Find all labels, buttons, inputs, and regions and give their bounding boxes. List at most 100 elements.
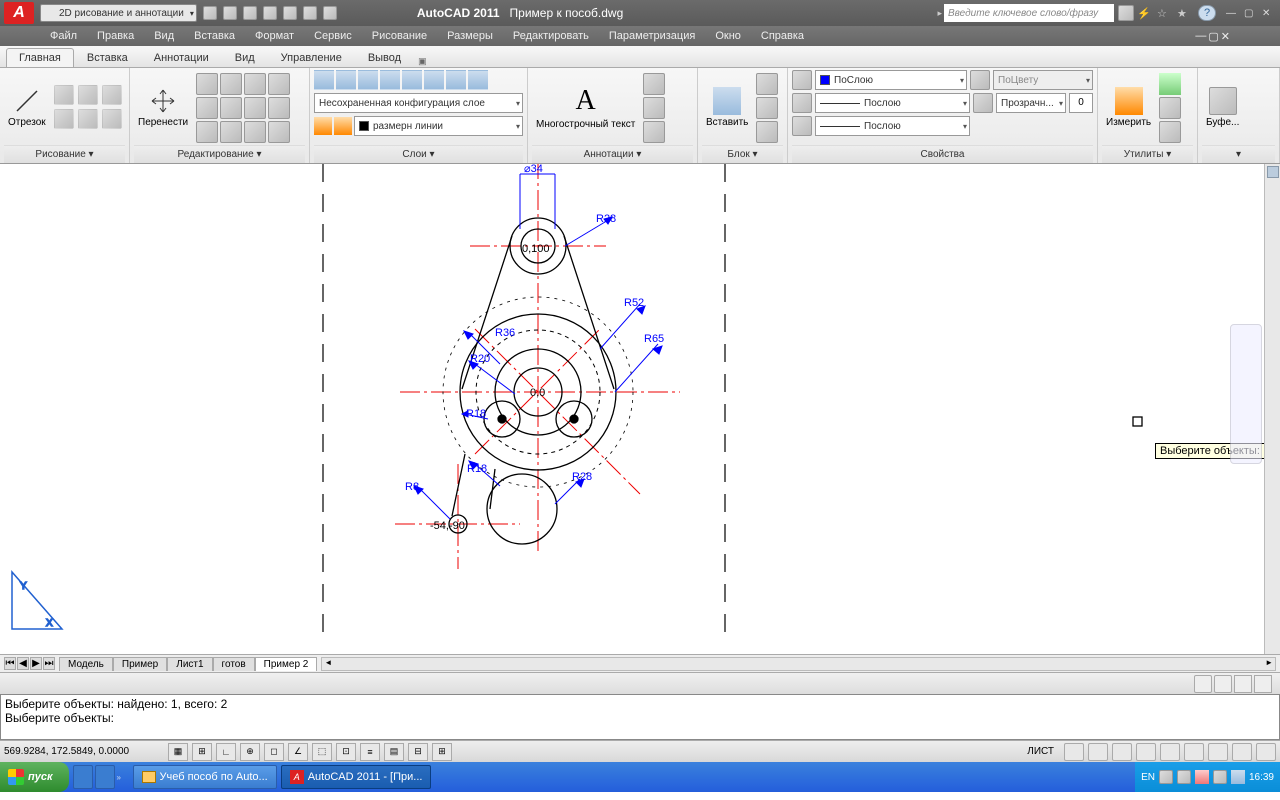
quicklaunch-1[interactable]	[73, 765, 93, 789]
qp-toggle[interactable]: ⊟	[408, 743, 428, 761]
vertical-scrollbar[interactable]	[1264, 164, 1280, 654]
rotate-icon[interactable]	[220, 73, 242, 95]
select-all-icon[interactable]	[1159, 73, 1181, 95]
panel-layers-title[interactable]: Слои ▾	[314, 145, 523, 163]
menu-insert[interactable]: Вставка	[194, 30, 235, 42]
fillet-icon[interactable]	[244, 97, 266, 119]
horizontal-scrollbar[interactable]	[321, 657, 1276, 671]
polyline-icon[interactable]	[54, 85, 74, 105]
new-icon[interactable]	[203, 6, 217, 20]
panel-draw-title[interactable]: Рисование ▾	[4, 145, 125, 163]
layout-model[interactable]: Модель	[59, 657, 113, 671]
scale-icon[interactable]	[220, 97, 242, 119]
tab-last-icon[interactable]: ⏭	[43, 657, 55, 670]
copy-icon[interactable]	[196, 73, 218, 95]
arc-icon[interactable]	[102, 85, 122, 105]
layer-combo[interactable]: размерн линии	[354, 116, 523, 136]
menu-window[interactable]: Окно	[715, 30, 741, 42]
menu-modify[interactable]: Редактировать	[513, 30, 589, 42]
dim-linear-icon[interactable]	[643, 73, 665, 95]
save-icon[interactable]	[243, 6, 257, 20]
coords-readout[interactable]: 569.9284, 172.5849, 0.0000	[4, 746, 164, 757]
layer-lock-icon[interactable]	[380, 70, 400, 90]
lang-indicator[interactable]: EN	[1141, 772, 1155, 783]
status-icon-5[interactable]	[1160, 743, 1180, 761]
rectangle-icon[interactable]	[54, 109, 74, 129]
start-button[interactable]: пуск	[0, 762, 69, 792]
layout-primer2[interactable]: Пример 2	[255, 657, 318, 671]
tray-network-icon[interactable]	[1177, 770, 1191, 784]
quick-select-icon[interactable]	[1159, 97, 1181, 119]
tray-volume-icon[interactable]	[1159, 770, 1173, 784]
ortho-toggle[interactable]: ∟	[216, 743, 236, 761]
tab-insert[interactable]: Вставка	[74, 48, 141, 67]
tab-prev-icon[interactable]: ◀	[17, 657, 29, 670]
tab-first-icon[interactable]: ⏮	[4, 657, 16, 670]
quicklaunch-2[interactable]	[95, 765, 115, 789]
stretch-icon[interactable]	[196, 121, 218, 143]
tab-home[interactable]: Главная	[6, 48, 74, 67]
layer-bulb-icon[interactable]	[314, 117, 332, 135]
calc-icon[interactable]	[1159, 121, 1181, 143]
close-icon[interactable]: ✕	[1262, 8, 1276, 18]
mirror-icon[interactable]	[196, 97, 218, 119]
panel-clip-title[interactable]: ▾	[1202, 145, 1275, 163]
tab-output[interactable]: Вывод	[355, 48, 414, 67]
menu-file[interactable]: Файл	[50, 30, 77, 42]
layer-state-combo[interactable]: Несохраненная конфигурация слое	[314, 93, 523, 113]
measure-button[interactable]: Измерить	[1102, 85, 1155, 130]
tray-msg-icon[interactable]	[1231, 770, 1245, 784]
clock[interactable]: 16:39	[1249, 772, 1274, 783]
redo-icon[interactable]	[303, 6, 317, 20]
layout-gotov[interactable]: готов	[213, 657, 255, 671]
layer-props-icon[interactable]	[314, 70, 334, 90]
tray-usb-icon[interactable]	[1213, 770, 1227, 784]
workspace-selector[interactable]: 2D рисование и аннотации	[40, 4, 197, 22]
transp-icon[interactable]	[973, 93, 993, 113]
attr-icon[interactable]	[756, 121, 778, 143]
app-menu-button[interactable]: A	[4, 2, 34, 24]
panel-block-title[interactable]: Блок ▾	[702, 145, 783, 163]
plotstyle-combo[interactable]: ПоЦвету	[993, 70, 1093, 90]
status-icon-7[interactable]	[1208, 743, 1228, 761]
maximize-icon[interactable]: ▢	[1244, 8, 1258, 18]
line-button[interactable]: Отрезок	[4, 85, 50, 130]
trim-icon[interactable]	[244, 73, 266, 95]
model-space-label[interactable]: ЛИСТ	[1021, 746, 1060, 757]
explode-icon[interactable]	[244, 121, 266, 143]
quicklaunch-chevron-icon[interactable]: »	[117, 773, 127, 782]
menu-service[interactable]: Сервис	[314, 30, 352, 42]
create-block-icon[interactable]	[756, 73, 778, 95]
offset-icon[interactable]	[268, 121, 290, 143]
extend-icon[interactable]	[268, 73, 290, 95]
panel-annot-title[interactable]: Аннотации ▾	[532, 145, 693, 163]
ellipse-icon[interactable]	[78, 109, 98, 129]
layer-prev-icon[interactable]	[468, 70, 488, 90]
print-icon[interactable]	[323, 6, 337, 20]
tab-manage[interactable]: Управление	[268, 48, 355, 67]
menu-param[interactable]: Параметризация	[609, 30, 695, 42]
leader-icon[interactable]	[643, 97, 665, 119]
tab-annotate[interactable]: Аннотации	[141, 48, 222, 67]
status-icon-8[interactable]	[1232, 743, 1252, 761]
taskbar-btn-explorer[interactable]: Учеб пособ по Auto...	[133, 765, 277, 789]
help-icon[interactable]: ?	[1198, 5, 1216, 21]
exchange-icon[interactable]: ☆	[1157, 7, 1171, 20]
status-icon-2[interactable]	[1088, 743, 1108, 761]
menu-view[interactable]: Вид	[154, 30, 174, 42]
taskbar-btn-autocad[interactable]: A AutoCAD 2011 - [При...	[281, 765, 432, 789]
minimize-icon[interactable]: —	[1226, 8, 1240, 18]
transp-value[interactable]: 0	[1069, 93, 1093, 113]
layer-match-icon[interactable]	[446, 70, 466, 90]
saveas-icon[interactable]	[263, 6, 277, 20]
sc-toggle[interactable]: ⊞	[432, 743, 452, 761]
match-props-icon[interactable]	[792, 70, 812, 90]
layout-primer[interactable]: Пример	[113, 657, 167, 671]
menu-draw[interactable]: Рисование	[372, 30, 427, 42]
mdi-close-icon[interactable]: ✕	[1221, 30, 1230, 43]
mtext-button[interactable]: А Многострочный текст	[532, 83, 639, 132]
transp-combo[interactable]: Прозрачн...	[996, 93, 1066, 113]
lineweight-combo[interactable]: Послою	[815, 93, 970, 113]
binoculars-icon[interactable]	[1118, 5, 1134, 21]
status-icon-1[interactable]	[1064, 743, 1084, 761]
